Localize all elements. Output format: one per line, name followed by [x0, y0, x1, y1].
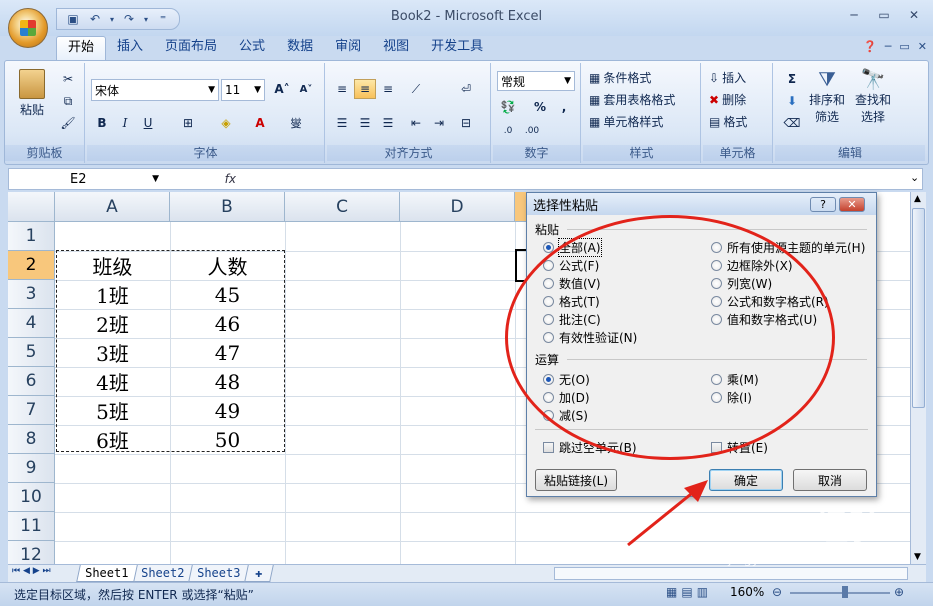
annotation-arrow-icon	[627, 480, 708, 547]
